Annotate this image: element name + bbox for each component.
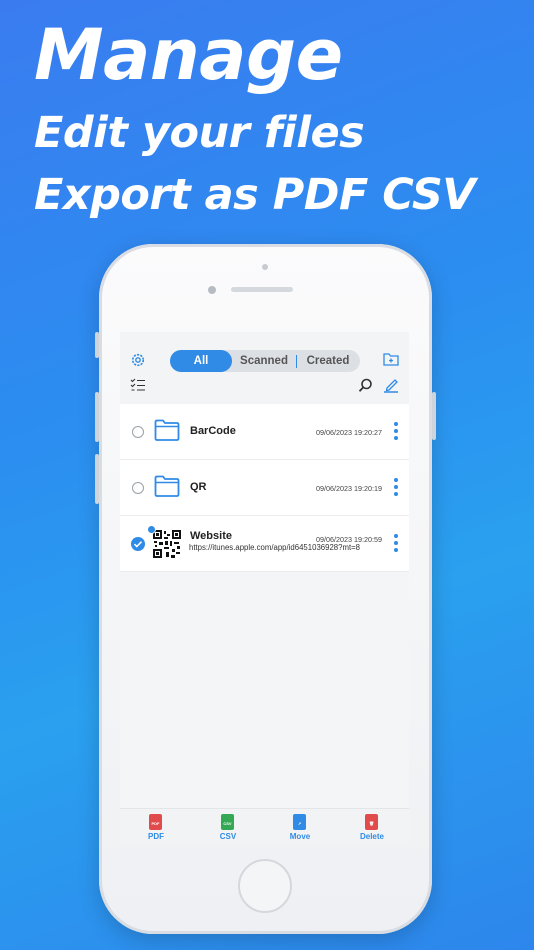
headline-edit-files: Edit your files (34, 108, 365, 158)
csv-icon: CSV (221, 814, 234, 830)
gear-icon[interactable] (130, 352, 146, 368)
move-folder-icon: ↗ (293, 814, 306, 830)
edit-icon[interactable] (383, 377, 399, 393)
more-options-icon[interactable] (394, 422, 398, 443)
folder-icon (154, 475, 180, 497)
list-item-website[interactable]: Website https://itunes.apple.com/app/id6… (120, 516, 409, 572)
top-toolbar: All Scanned Created (120, 332, 409, 404)
list-item-barcode[interactable]: BarCode 09/06/2023 19:20:27 (120, 404, 409, 460)
tab-all[interactable]: All (170, 350, 232, 372)
mute-switch (95, 332, 99, 358)
select-radio[interactable] (132, 426, 144, 438)
move-label: Move (289, 832, 311, 841)
search-icon[interactable] (358, 378, 373, 393)
item-name: BarCode (190, 425, 236, 437)
checklist-icon[interactable] (130, 378, 146, 392)
select-radio[interactable] (132, 482, 144, 494)
volume-up-button (95, 392, 99, 442)
headline-manage: Manage (34, 14, 343, 96)
earpiece-speaker (231, 287, 293, 292)
pdf-label: PDF (148, 832, 164, 841)
trash-icon: 🗑 (365, 814, 378, 830)
move-button[interactable]: ↗ Move (264, 809, 336, 844)
export-pdf-button[interactable]: PDF PDF (120, 809, 192, 844)
delete-button[interactable]: 🗑 Delete (336, 809, 408, 844)
volume-down-button (95, 454, 99, 504)
app-screen: All Scanned Created BarCode 09/06/2023 1… (120, 332, 409, 844)
badge-icon (147, 525, 156, 534)
more-options-icon[interactable] (394, 478, 398, 499)
export-csv-button[interactable]: CSV CSV (192, 809, 264, 844)
item-name: QR (190, 481, 207, 493)
tab-created[interactable]: Created (297, 350, 359, 372)
item-url: https://itunes.apple.com/app/id645103692… (189, 543, 361, 552)
folder-icon (154, 419, 180, 441)
bottom-toolbar: PDF PDF CSV CSV ↗ Move 🗑 Delete (120, 808, 409, 844)
front-camera (208, 286, 216, 294)
file-list: BarCode 09/06/2023 19:20:27 QR 09/06/202… (120, 404, 409, 572)
power-button (432, 392, 436, 440)
list-item-qr[interactable]: QR 09/06/2023 19:20:19 (120, 460, 409, 516)
filter-segmented-control: All Scanned Created (170, 350, 360, 372)
tab-scanned[interactable]: Scanned (232, 350, 296, 372)
more-options-icon[interactable] (394, 534, 398, 555)
csv-label: CSV (219, 832, 237, 841)
new-folder-icon[interactable] (383, 352, 399, 366)
item-date: 09/06/2023 19:20:27 (316, 428, 382, 437)
selected-check-icon[interactable] (131, 537, 145, 551)
qr-code-icon (152, 529, 182, 559)
item-name: Website (190, 530, 232, 542)
proximity-sensor (262, 264, 268, 270)
item-date: 09/06/2023 19:20:19 (316, 484, 382, 493)
item-date: 09/06/2023 19:20:59 (316, 535, 382, 544)
pdf-icon: PDF (149, 814, 162, 830)
delete-label: Delete (359, 832, 384, 841)
home-button[interactable] (238, 859, 292, 913)
headline-export: Export as PDF CSV (34, 170, 476, 220)
